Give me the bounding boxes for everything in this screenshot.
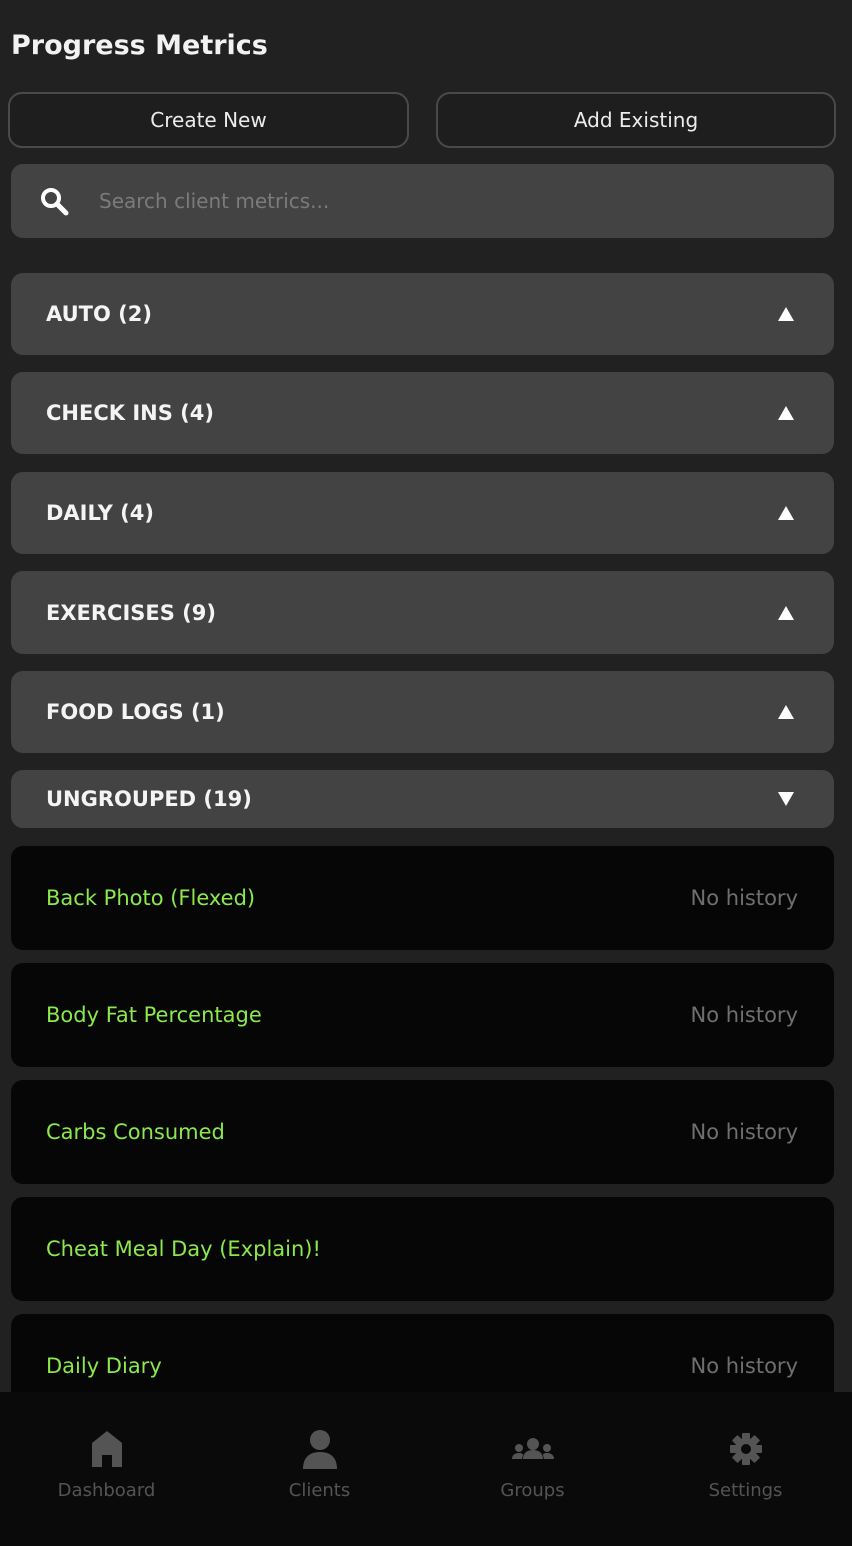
group-label: CHECK INS (4)	[46, 401, 214, 425]
bottom-tab-bar: Dashboard Clients Groups Settings	[0, 1392, 852, 1546]
gear-icon	[729, 1427, 763, 1471]
search-icon	[39, 186, 69, 216]
chevron-down-icon	[778, 792, 794, 806]
metric-history: No history	[690, 1120, 798, 1144]
chevron-up-icon	[778, 705, 794, 719]
metric-row[interactable]: Cheat Meal Day (Explain)!	[11, 1197, 834, 1301]
progress-metrics-screen: Progress Metrics Create New Add Existing…	[0, 0, 852, 1546]
group-label: DAILY (4)	[46, 501, 154, 525]
chevron-up-icon	[778, 605, 794, 620]
search-bar[interactable]	[11, 164, 834, 238]
chevron-up-icon	[778, 406, 794, 420]
tab-clients[interactable]: Clients	[213, 1392, 426, 1546]
metric-name: Daily Diary	[46, 1354, 162, 1378]
metric-history: No history	[690, 1003, 798, 1027]
metric-row[interactable]: Carbs Consumed No history	[11, 1080, 834, 1184]
tab-label: Clients	[288, 1480, 351, 1501]
group-label: EXERCISES (9)	[46, 600, 216, 625]
metric-history: No history	[690, 886, 798, 910]
tab-dashboard[interactable]: Dashboard	[0, 1392, 213, 1546]
tab-settings[interactable]: Settings	[639, 1392, 852, 1546]
group-auto[interactable]: AUTO (2)	[11, 273, 834, 355]
add-existing-button[interactable]: Add Existing	[436, 92, 836, 148]
chevron-up-icon	[778, 506, 794, 520]
group-daily[interactable]: DAILY (4)	[11, 472, 834, 554]
group-check-ins[interactable]: CHECK INS (4)	[11, 372, 834, 454]
tab-label: Groups	[500, 1480, 565, 1501]
group-label: AUTO (2)	[46, 302, 152, 326]
tab-label: Settings	[708, 1480, 783, 1501]
group-label: UNGROUPED (19)	[46, 787, 252, 811]
chevron-up-icon	[778, 307, 794, 321]
tab-label: Dashboard	[57, 1480, 156, 1501]
metric-row[interactable]: Back Photo (Flexed) No history	[11, 846, 834, 950]
metric-row[interactable]: Body Fat Percentage No history	[11, 963, 834, 1067]
metric-name: Cheat Meal Day (Explain)!	[46, 1237, 321, 1261]
metric-history: No history	[690, 1354, 798, 1378]
tab-groups[interactable]: Groups	[426, 1392, 639, 1546]
metric-name: Carbs Consumed	[46, 1120, 225, 1144]
group-icon	[511, 1427, 555, 1471]
group-exercises[interactable]: EXERCISES (9)	[11, 571, 834, 654]
group-ungrouped[interactable]: UNGROUPED (19)	[11, 770, 834, 828]
create-new-button[interactable]: Create New	[8, 92, 409, 148]
page-title: Progress Metrics	[11, 30, 268, 61]
search-input[interactable]	[99, 189, 834, 213]
metric-name: Back Photo (Flexed)	[46, 886, 256, 910]
group-food-logs[interactable]: FOOD LOGS (1)	[11, 671, 834, 753]
home-icon	[90, 1427, 124, 1471]
person-icon	[301, 1427, 339, 1471]
group-label: FOOD LOGS (1)	[46, 700, 225, 724]
metric-name: Body Fat Percentage	[46, 1003, 262, 1027]
